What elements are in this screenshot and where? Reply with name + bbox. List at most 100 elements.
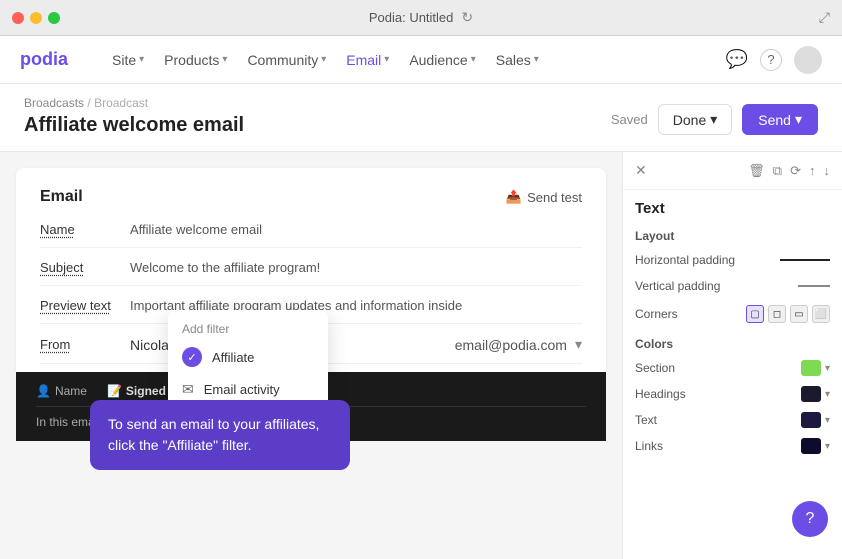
- chevron-down-icon: ▾: [222, 54, 227, 65]
- dropdown-affiliate-label: Affiliate: [212, 350, 254, 365]
- chevron-down-icon: ▾: [825, 363, 830, 374]
- chevron-down-icon: ▾: [471, 54, 476, 65]
- corner-round-sm-btn[interactable]: ◻: [768, 305, 786, 323]
- section-swatch: [801, 360, 821, 376]
- chevron-down-icon: ▾: [710, 111, 717, 128]
- page-header: Broadcasts / Broadcast Affiliate welcome…: [0, 84, 842, 152]
- headings-swatch: [801, 386, 821, 402]
- chevron-down-icon: ▾: [139, 54, 144, 65]
- horizontal-padding-row: Horizontal padding: [623, 247, 842, 273]
- from-name: Nicola: [130, 337, 169, 353]
- email-card-header: Email 📤 Send test: [40, 188, 582, 206]
- affiliate-tooltip: To send an email to your affiliates, cli…: [90, 400, 350, 470]
- links-color-swatch[interactable]: ▾: [801, 438, 830, 454]
- vertical-padding-label: Vertical padding: [635, 279, 720, 293]
- chevron-down-icon: ▾: [575, 336, 582, 353]
- minimize-button[interactable]: [30, 12, 42, 24]
- corner-square-btn[interactable]: ▢: [746, 305, 764, 323]
- window-title-bar: Podia: Untitled ↻: [369, 9, 473, 26]
- chevron-down-icon: ▾: [825, 389, 830, 400]
- headings-color-row: Headings ▾: [623, 381, 842, 407]
- section-color-swatch[interactable]: ▾: [801, 360, 830, 376]
- dropdown-email-activity-label: Email activity: [204, 382, 280, 397]
- vertical-padding-row: Vertical padding: [623, 273, 842, 299]
- chevron-down-icon: ▾: [795, 111, 802, 128]
- text-color-row: Text ▾: [623, 407, 842, 433]
- breadcrumb-current: Broadcast: [94, 96, 148, 110]
- headings-color-label: Headings: [635, 387, 686, 401]
- name-row: Name Affiliate welcome email: [40, 222, 582, 248]
- move-down-icon[interactable]: ↓: [824, 163, 831, 179]
- close-button[interactable]: [12, 12, 24, 24]
- section-color-row: Section ▾: [623, 355, 842, 381]
- nav-products[interactable]: Products ▾: [156, 48, 235, 72]
- help-button[interactable]: ?: [792, 501, 828, 537]
- links-swatch: [801, 438, 821, 454]
- page-title: Affiliate welcome email: [24, 114, 244, 137]
- navbar: podia Site ▾ Products ▾ Community ▾ Emai…: [0, 36, 842, 84]
- links-color-label: Links: [635, 439, 663, 453]
- preview-text-label: Preview text: [40, 298, 130, 313]
- avatar[interactable]: [794, 46, 822, 74]
- text-color-label: Text: [635, 413, 657, 427]
- nav-links: Site ▾ Products ▾ Community ▾ Email ▾ Au…: [104, 48, 547, 72]
- chevron-down-icon: ▾: [825, 441, 830, 452]
- dropdown-section-label: Add filter: [168, 318, 328, 340]
- breadcrumb: Broadcasts / Broadcast: [24, 96, 244, 110]
- titlebar: Podia: Untitled ↻ ⤢: [0, 0, 842, 36]
- filter-name-item: 👤 Name: [36, 384, 87, 398]
- help-icon[interactable]: ?: [760, 49, 782, 71]
- name-label: Name: [40, 222, 130, 237]
- corners-row: Corners ▢ ◻ ▭ ⬜: [623, 299, 842, 329]
- headings-color-swatch[interactable]: ▾: [801, 386, 830, 402]
- corner-round-lg-btn[interactable]: ⬜: [812, 305, 830, 323]
- chevron-down-icon: ▾: [534, 54, 539, 65]
- padding-line: [780, 259, 830, 261]
- nav-email[interactable]: Email ▾: [338, 48, 397, 72]
- reload-icon[interactable]: ↻: [461, 9, 473, 26]
- subject-value: Welcome to the affiliate program!: [130, 260, 582, 275]
- dropdown-affiliate-item[interactable]: ✓ Affiliate: [168, 340, 328, 374]
- send-test-button[interactable]: 📤 Send test: [506, 189, 582, 205]
- right-panel-actions: 🗑 ⧉ ⟳ ↑ ↓: [748, 163, 830, 179]
- tooltip-text: To send an email to your affiliates, cli…: [108, 416, 319, 453]
- chevron-down-icon: ▾: [825, 415, 830, 426]
- nav-site[interactable]: Site ▾: [104, 48, 152, 72]
- move-up-icon[interactable]: ↑: [809, 163, 816, 179]
- logo: podia: [20, 49, 68, 70]
- nav-audience[interactable]: Audience ▾: [401, 48, 483, 72]
- close-icon[interactable]: ✕: [635, 162, 647, 179]
- maximize-button[interactable]: [48, 12, 60, 24]
- page-header-left: Broadcasts / Broadcast Affiliate welcome…: [24, 96, 244, 137]
- text-color-swatch[interactable]: ▾: [801, 412, 830, 428]
- section-color-label: Section: [635, 361, 675, 375]
- chat-icon[interactable]: 💬: [726, 49, 748, 70]
- padding-line-short: [798, 285, 830, 287]
- nav-sales[interactable]: Sales ▾: [488, 48, 547, 72]
- duplicate-icon[interactable]: ⧉: [773, 163, 782, 179]
- window-controls: [12, 12, 60, 24]
- send-button[interactable]: Send ▾: [742, 104, 818, 135]
- text-swatch: [801, 412, 821, 428]
- done-button[interactable]: Done ▾: [658, 104, 733, 135]
- corner-round-md-btn[interactable]: ▭: [790, 305, 808, 323]
- nav-community[interactable]: Community ▾: [239, 48, 334, 72]
- from-label: From: [40, 337, 130, 352]
- window-title: Podia: Untitled: [369, 10, 454, 25]
- filter-dropdown: Add filter ✓ Affiliate ✉ Email activity: [168, 310, 328, 413]
- help-icon: ?: [806, 510, 815, 528]
- vertical-padding-value: [798, 285, 830, 287]
- header-actions: Saved Done ▾ Send ▾: [611, 104, 818, 137]
- expand-icon[interactable]: ⤢: [819, 9, 830, 26]
- refresh-icon[interactable]: ⟳: [790, 163, 801, 179]
- active-indicator: ✓: [182, 347, 202, 367]
- chevron-down-icon: ▾: [321, 54, 326, 65]
- breadcrumb-parent[interactable]: Broadcasts: [24, 96, 84, 110]
- trash-icon[interactable]: 🗑: [748, 163, 765, 179]
- links-color-row: Links ▾: [623, 433, 842, 459]
- corners-options: ▢ ◻ ▭ ⬜: [746, 305, 830, 323]
- subject-label: Subject: [40, 260, 130, 275]
- right-panel: ✕ 🗑 ⧉ ⟳ ↑ ↓ Text Layout Horizontal paddi…: [622, 152, 842, 559]
- right-panel-title: Text: [623, 190, 842, 221]
- email-card-title: Email: [40, 188, 83, 206]
